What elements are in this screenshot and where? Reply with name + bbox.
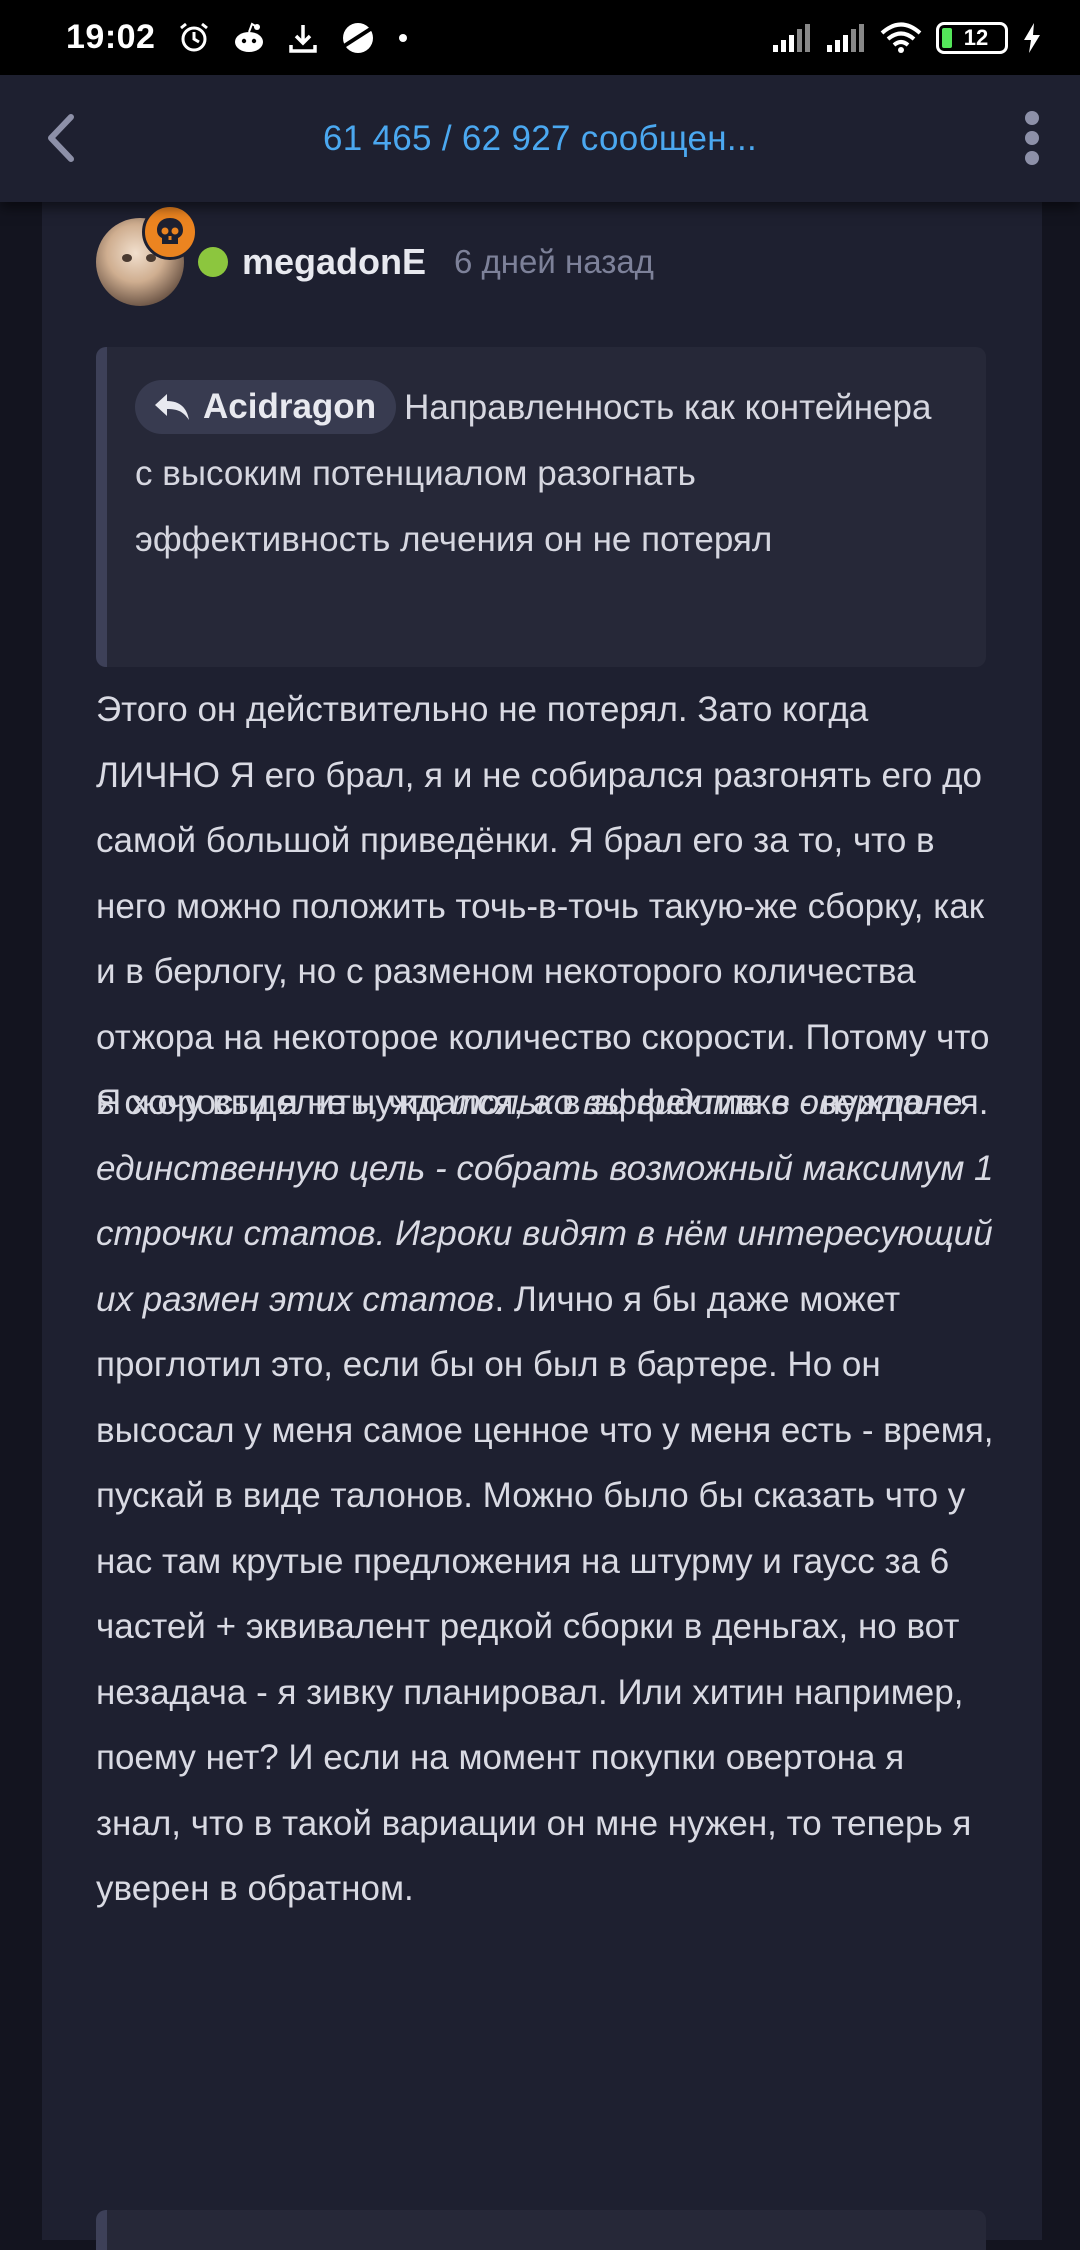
charging-icon xyxy=(1024,22,1040,53)
online-status-dot xyxy=(198,247,228,277)
status-time: 19:02 xyxy=(66,18,156,56)
paragraph-text: . Лично я бы даже может проглотил это, е… xyxy=(96,1279,994,1909)
post-header: megadonE 6 дней назад xyxy=(96,204,654,306)
battery-level: 12 xyxy=(963,24,989,50)
quote-author-chip[interactable]: Acidragon xyxy=(135,379,397,434)
chevron-left-icon xyxy=(48,114,74,162)
reply-icon xyxy=(155,393,189,420)
post-card: megadonE 6 дней назад Acidragon Направле… xyxy=(42,202,1042,2250)
username[interactable]: megadonE xyxy=(242,241,426,283)
app-header: 61 465 / 62 927 сообщен... xyxy=(0,75,1080,202)
post-timestamp: 6 дней назад xyxy=(454,243,654,280)
skull-icon xyxy=(142,204,198,260)
wifi-icon xyxy=(880,22,922,53)
reddit-icon xyxy=(235,22,264,52)
post-paragraph: Этого он действительно не потерял. Зато … xyxy=(96,690,990,1122)
battery-icon: 12 xyxy=(936,21,1008,54)
alarm-icon xyxy=(180,22,209,51)
back-button[interactable] xyxy=(34,111,88,165)
signal-icon xyxy=(773,23,810,52)
avatar[interactable] xyxy=(96,204,198,306)
quote-author-name: Acidragon xyxy=(203,386,377,426)
quote-block xyxy=(96,2210,986,2250)
paragraph-text: Я хочу выделить, что xyxy=(96,1083,452,1122)
download-icon xyxy=(289,24,318,53)
page-title[interactable]: 61 465 / 62 927 сообщен... xyxy=(323,119,757,159)
more-menu-button[interactable] xyxy=(1012,107,1052,169)
dot-icon xyxy=(399,33,408,42)
quote-block: Acidragon Направленность как контейнера … xyxy=(96,347,986,667)
status-bar: 19:02 12 xyxy=(0,0,1080,75)
post-paragraph: Я хочу выделить, что только вы видите в … xyxy=(96,1070,996,1922)
more-vertical-icon xyxy=(1025,111,1039,125)
signal-icon xyxy=(827,23,864,52)
planet-icon xyxy=(343,22,374,53)
